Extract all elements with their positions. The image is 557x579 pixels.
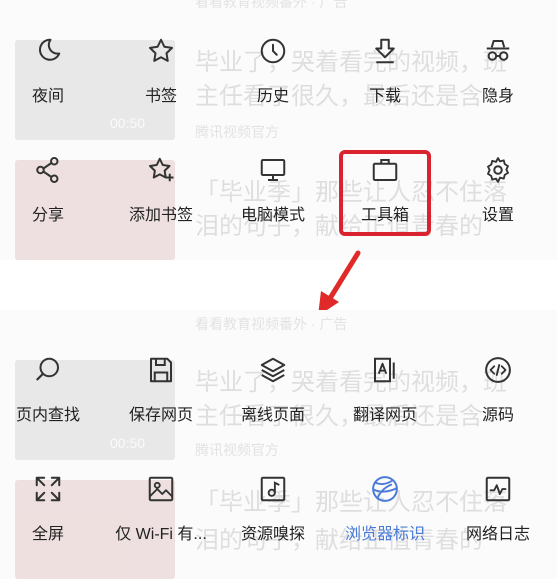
menu-item-share[interactable]: 分享 [0, 155, 103, 225]
bg-article-source: 腾讯视频官方 [195, 124, 279, 140]
gear-icon [487, 157, 509, 183]
menu-item-label: 保存网页 [128, 407, 193, 424]
download-icon [375, 38, 395, 64]
menu-item-label: 仅 Wi-Fi 有... [115, 526, 207, 543]
menu-item-resource-sniffer[interactable]: 资源嗅探 [218, 474, 328, 544]
menu-item-label: 页内查找 [15, 407, 80, 424]
bg-video-duration: 00:50 [110, 115, 146, 131]
menu-item-label: 隐身 [481, 88, 514, 105]
monitor-icon [260, 159, 286, 181]
toolbox-highlight-box [339, 150, 431, 236]
bg-article-source: 腾讯视频官方 [195, 442, 279, 458]
star-plus-icon [149, 157, 174, 182]
menu-item-find-in-page[interactable]: 页内查找 [0, 355, 103, 425]
menu-panel-top: 看看教育视频番外 · 广告 00:50 毕业了，哭着看完的视频，班 主任看了很久… [0, 0, 557, 260]
menu-item-bookmarks[interactable]: 书签 [106, 36, 216, 106]
menu-item-label: 历史 [256, 88, 289, 105]
menu-item-label: 设置 [481, 207, 514, 224]
image-icon [148, 476, 174, 502]
star-icon [149, 38, 173, 62]
incognito-icon [486, 40, 510, 61]
menu-item-source-code[interactable]: 源码 [443, 355, 553, 425]
bg-video-duration: 00:50 [110, 435, 146, 451]
menu-item-label: 夜间 [31, 88, 64, 105]
translate-icon [374, 357, 395, 383]
fullscreen-icon [35, 476, 61, 502]
menu-item-label: 下载 [368, 88, 401, 105]
menu-item-settings[interactable]: 设置 [443, 155, 553, 225]
share-icon [36, 157, 59, 183]
code-icon [485, 357, 511, 383]
menu-item-save-page[interactable]: 保存网页 [106, 355, 216, 425]
menu-item-translate[interactable]: 翻译网页 [330, 355, 440, 425]
menu-item-user-agent[interactable]: 浏览器标识 [330, 474, 440, 544]
menu-item-fullscreen[interactable]: 全屏 [0, 474, 103, 544]
menu-item-night[interactable]: 夜间 [0, 36, 103, 106]
menu-item-label: 浏览器标识 [344, 526, 425, 543]
menu-item-label: 全屏 [31, 526, 64, 543]
menu-item-add-bookmark[interactable]: 添加书签 [106, 155, 216, 225]
menu-item-label: 资源嗅探 [240, 526, 305, 543]
menu-item-label: 网络日志 [465, 526, 530, 543]
menu-item-label: 离线页面 [240, 407, 305, 424]
bg-ad-text: 看看教育视频番外 · 广告 [195, 316, 348, 332]
pulse-icon [485, 476, 511, 502]
menu-item-label: 电脑模式 [240, 207, 305, 224]
moon-icon [39, 38, 61, 61]
menu-item-label: 翻译网页 [352, 407, 417, 424]
menu-item-download[interactable]: 下载 [330, 36, 440, 106]
menu-item-incognito[interactable]: 隐身 [443, 36, 553, 106]
menu-item-label: 分享 [31, 207, 64, 224]
menu-item-label: 源码 [481, 407, 514, 424]
menu-item-label: 添加书签 [128, 207, 193, 224]
menu-item-offline-pages[interactable]: 离线页面 [218, 355, 328, 425]
menu-item-history[interactable]: 历史 [218, 36, 328, 106]
menu-item-wifi-only-images[interactable]: 仅 Wi-Fi 有... [106, 474, 216, 544]
menu-item-label: 书签 [144, 88, 177, 105]
menu-panel-bottom: 看看教育视频番外 · 广告 00:50 毕业了，哭着看完的视频，班 主任看了很久… [0, 310, 557, 579]
menu-item-network-log[interactable]: 网络日志 [443, 474, 553, 544]
save-icon [150, 357, 172, 383]
music-icon [260, 476, 286, 502]
globe-icon [372, 476, 398, 502]
layers-icon [260, 357, 286, 383]
menu-item-desktop-mode[interactable]: 电脑模式 [218, 155, 328, 225]
search-icon [36, 357, 59, 381]
bg-ad-text: 看看教育视频番外 · 广告 [195, 0, 348, 10]
clock-icon [260, 38, 286, 64]
